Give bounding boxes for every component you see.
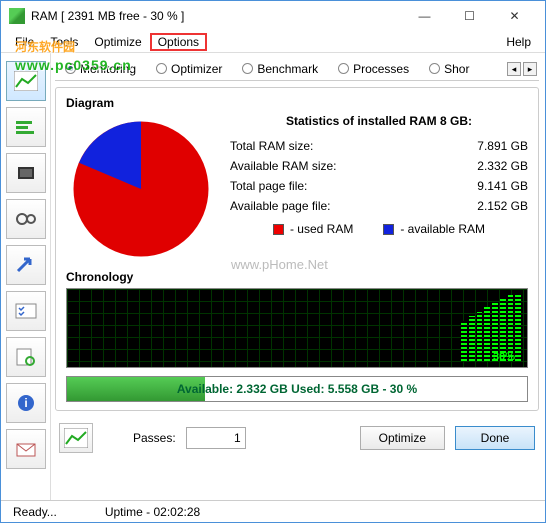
sidebar-item-benchmark[interactable]	[6, 153, 46, 193]
memory-bar: Available: 2.332 GB Used: 5.558 GB - 30 …	[66, 376, 528, 402]
tab-scroll-right[interactable]: ▸	[523, 62, 537, 76]
stat-row: Available page file: 2.152 GB	[230, 196, 528, 216]
stat-row: Available RAM size: 2.332 GB	[230, 156, 528, 176]
radio-icon	[156, 63, 167, 74]
radio-icon	[242, 63, 253, 74]
done-button[interactable]: Done	[455, 426, 535, 450]
app-icon	[9, 8, 25, 24]
sidebar-item-config[interactable]	[6, 337, 46, 377]
statusbar: Ready... Uptime - 02:02:28	[1, 500, 545, 522]
status-uptime: Uptime - 02:02:28	[101, 505, 204, 519]
passes-value: 1	[234, 431, 241, 445]
tab-scroller: ◂ ▸	[507, 62, 539, 76]
legend-label: - available RAM	[400, 222, 485, 236]
legend-available: - available RAM	[383, 222, 485, 236]
tab-monitoring[interactable]: Monitoring	[55, 57, 146, 80]
menu-options[interactable]: Options	[150, 33, 207, 51]
swatch-red	[273, 224, 284, 235]
sidebar-item-tasks[interactable]	[6, 291, 46, 331]
mail-icon	[14, 439, 38, 459]
tab-label: Benchmark	[257, 62, 318, 76]
passes-label: Passes:	[133, 431, 176, 445]
tab-scroll-left[interactable]: ◂	[507, 62, 521, 76]
pie-chart	[66, 114, 216, 264]
stat-label: Total page file:	[230, 179, 307, 193]
svg-text:i: i	[24, 396, 27, 410]
menu-tools[interactable]: Tools	[42, 33, 86, 51]
optimize-button[interactable]: Optimize	[360, 426, 445, 450]
info-icon: i	[14, 393, 38, 413]
tab-benchmark[interactable]: Benchmark	[232, 57, 328, 80]
stat-row: Total RAM size: 7.891 GB	[230, 136, 528, 156]
tab-label: Shor	[444, 62, 469, 76]
gear-doc-icon	[14, 347, 38, 367]
maximize-button[interactable]: ☐	[447, 2, 492, 30]
percent-badge: 30%	[493, 351, 515, 363]
tab-optimizer[interactable]: Optimizer	[146, 57, 232, 80]
passes-input[interactable]: 1	[186, 427, 246, 449]
stat-row: Total page file: 9.141 GB	[230, 176, 528, 196]
stat-label: Available page file:	[230, 199, 331, 213]
sidebar-item-mail[interactable]	[6, 429, 46, 469]
legend: - used RAM - available RAM	[230, 222, 528, 236]
minimize-button[interactable]: —	[402, 2, 447, 30]
menubar: File Tools Optimize Options Help	[1, 31, 545, 53]
radio-icon	[65, 63, 76, 74]
sidebar-item-monitoring[interactable]	[6, 61, 46, 101]
close-button[interactable]: ✕	[492, 2, 537, 30]
bars-icon	[14, 117, 38, 137]
refresh-button[interactable]	[59, 423, 93, 453]
tab-label: Monitoring	[80, 62, 136, 76]
stat-label: Available RAM size:	[230, 159, 337, 173]
radio-icon	[429, 63, 440, 74]
tab-label: Optimizer	[171, 62, 222, 76]
diagram-title: Diagram	[66, 96, 528, 110]
stats-block: Statistics of installed RAM 8 GB: Total …	[230, 114, 528, 264]
bottom-bar: Passes: 1 Optimize Done	[55, 417, 539, 459]
legend-used: - used RAM	[273, 222, 353, 236]
chronology-title: Chronology	[66, 270, 528, 284]
stat-value: 2.152 GB	[477, 199, 528, 213]
menu-help[interactable]: Help	[498, 33, 539, 51]
gears-icon	[14, 209, 38, 229]
tab-strip: Monitoring Optimizer Benchmark Processes…	[55, 57, 539, 81]
arrow-icon	[14, 255, 38, 275]
stats-title: Statistics of installed RAM 8 GB:	[230, 114, 528, 128]
sidebar-item-processes[interactable]	[6, 199, 46, 239]
sidebar-item-optimizer[interactable]	[6, 107, 46, 147]
list-check-icon	[14, 301, 38, 321]
tab-processes[interactable]: Processes	[328, 57, 419, 80]
status-ready: Ready...	[9, 505, 61, 519]
stat-label: Total RAM size:	[230, 139, 313, 153]
sidebar: i	[1, 53, 51, 500]
chronology-graph: 30%	[66, 288, 528, 368]
diagram-panel: Diagram Statistics of installed RAM 8 GB…	[55, 87, 539, 411]
titlebar: RAM [ 2391 MB free - 30 % ] — ☐ ✕	[1, 1, 545, 31]
window-title: RAM [ 2391 MB free - 30 % ]	[31, 9, 402, 23]
menu-file[interactable]: File	[7, 33, 42, 51]
legend-label: - used RAM	[290, 222, 353, 236]
stat-value: 7.891 GB	[477, 139, 528, 153]
chart-icon	[14, 71, 38, 91]
main-panel: Monitoring Optimizer Benchmark Processes…	[51, 53, 545, 500]
stat-value: 2.332 GB	[477, 159, 528, 173]
memory-bar-row: Available: 2.332 GB Used: 5.558 GB - 30 …	[66, 376, 528, 402]
window-controls: — ☐ ✕	[402, 2, 537, 30]
radio-icon	[338, 63, 349, 74]
swatch-blue	[383, 224, 394, 235]
stat-value: 9.141 GB	[477, 179, 528, 193]
tab-shortcuts[interactable]: Shor	[419, 57, 479, 80]
chart-icon	[64, 428, 88, 448]
sidebar-item-info[interactable]: i	[6, 383, 46, 423]
tab-label: Processes	[353, 62, 409, 76]
memory-bar-text: Available: 2.332 GB Used: 5.558 GB - 30 …	[67, 377, 527, 401]
sidebar-item-shortcut[interactable]	[6, 245, 46, 285]
chip-icon	[14, 163, 38, 183]
menu-optimize[interactable]: Optimize	[86, 33, 149, 51]
